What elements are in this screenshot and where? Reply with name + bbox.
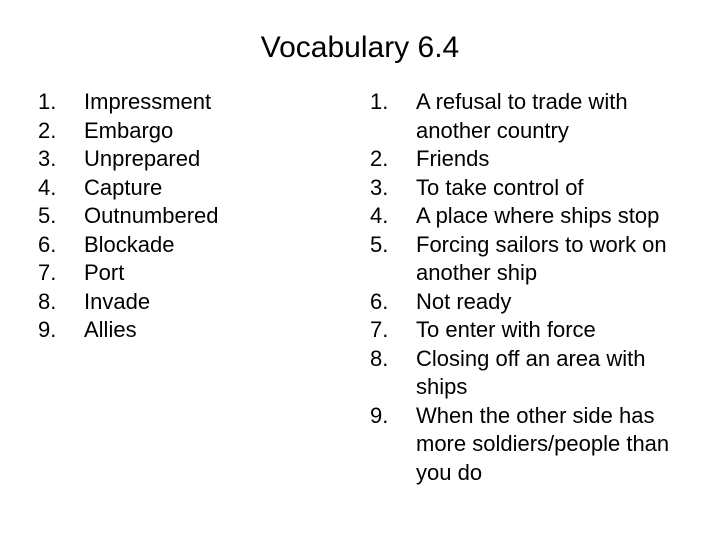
list-item-number: 5. bbox=[370, 231, 389, 257]
list-item: 1. Impressment bbox=[38, 88, 338, 117]
list-item-number: 1. bbox=[370, 89, 389, 114]
list-item-label: Closing off an area with ships bbox=[416, 345, 646, 400]
list-item: 2. Friends bbox=[370, 145, 692, 174]
list-item-number: 2. bbox=[38, 117, 57, 143]
list-item-number: 2. bbox=[370, 146, 389, 171]
list-item-label: To enter with force bbox=[416, 317, 596, 342]
list-item: 3. Unprepared bbox=[38, 145, 338, 174]
list-item-label: Capture bbox=[84, 174, 163, 200]
list-item-number: 9. bbox=[38, 317, 57, 342]
list-item-label: To take control of bbox=[416, 174, 584, 200]
list-item: 2. Embargo bbox=[38, 117, 338, 146]
list-item-label: Forcing sailors to work on another ship bbox=[416, 231, 667, 286]
list-item: 6. Not ready bbox=[370, 288, 692, 317]
list-item-number: 6. bbox=[38, 231, 57, 257]
list-item-label: Embargo bbox=[84, 117, 174, 143]
list-item-number: 3. bbox=[38, 146, 57, 171]
list-item-label: A place where ships stop bbox=[416, 203, 660, 228]
list-item-label: When the other side has more soldiers/pe… bbox=[416, 402, 670, 485]
list-item: 8. Invade bbox=[38, 288, 338, 317]
list-item-number: 7. bbox=[38, 260, 57, 285]
slide-canvas: Vocabulary 6.4 1. Impressment 2. Embargo… bbox=[0, 0, 720, 540]
list-item-number: 6. bbox=[370, 288, 389, 314]
list-item-label: Blockade bbox=[84, 231, 175, 257]
list-item-label: Friends bbox=[416, 146, 490, 171]
definitions-list: 1. A refusal to trade with another count… bbox=[370, 88, 692, 487]
vocabulary-terms-list: 1. Impressment 2. Embargo 3. Unprepared … bbox=[38, 88, 338, 345]
page-title: Vocabulary 6.4 bbox=[260, 31, 460, 64]
list-item: 1. A refusal to trade with another count… bbox=[370, 88, 692, 145]
list-item: 9. Allies bbox=[38, 316, 338, 345]
list-item-label: Not ready bbox=[416, 288, 512, 314]
list-item-number: 5. bbox=[38, 203, 57, 228]
list-item-label: Outnumbered bbox=[84, 203, 219, 228]
list-item: 9. When the other side has more soldiers… bbox=[370, 402, 692, 488]
list-item-number: 4. bbox=[370, 203, 389, 228]
definitions-column: 1. A refusal to trade with another count… bbox=[370, 88, 692, 487]
list-item-label: Allies bbox=[84, 317, 137, 342]
list-item: 5. Forcing sailors to work on another sh… bbox=[370, 231, 692, 288]
list-item-number: 7. bbox=[370, 317, 389, 342]
list-item-label: Port bbox=[84, 260, 125, 285]
list-item: 4. A place where ships stop bbox=[370, 202, 692, 231]
list-item: 6. Blockade bbox=[38, 231, 338, 260]
list-item: 5. Outnumbered bbox=[38, 202, 338, 231]
list-item-number: 1. bbox=[38, 89, 57, 114]
list-item-number: 8. bbox=[38, 288, 57, 314]
vocabulary-terms-column: 1. Impressment 2. Embargo 3. Unprepared … bbox=[38, 88, 338, 345]
list-item-label: Unprepared bbox=[84, 146, 201, 171]
list-item-number: 4. bbox=[38, 174, 57, 200]
list-item-label: Impressment bbox=[84, 89, 212, 114]
list-item: 7. To enter with force bbox=[370, 316, 692, 345]
list-item: 8. Closing off an area with ships bbox=[370, 345, 692, 402]
list-item-number: 9. bbox=[370, 402, 389, 428]
list-item: 3. To take control of bbox=[370, 174, 692, 203]
list-item-label: A refusal to trade with another country bbox=[416, 89, 628, 143]
list-item-number: 3. bbox=[370, 174, 389, 200]
list-item: 7. Port bbox=[38, 259, 338, 288]
list-item-label: Invade bbox=[84, 288, 151, 314]
list-item: 4. Capture bbox=[38, 174, 338, 203]
list-item-number: 8. bbox=[370, 345, 389, 371]
